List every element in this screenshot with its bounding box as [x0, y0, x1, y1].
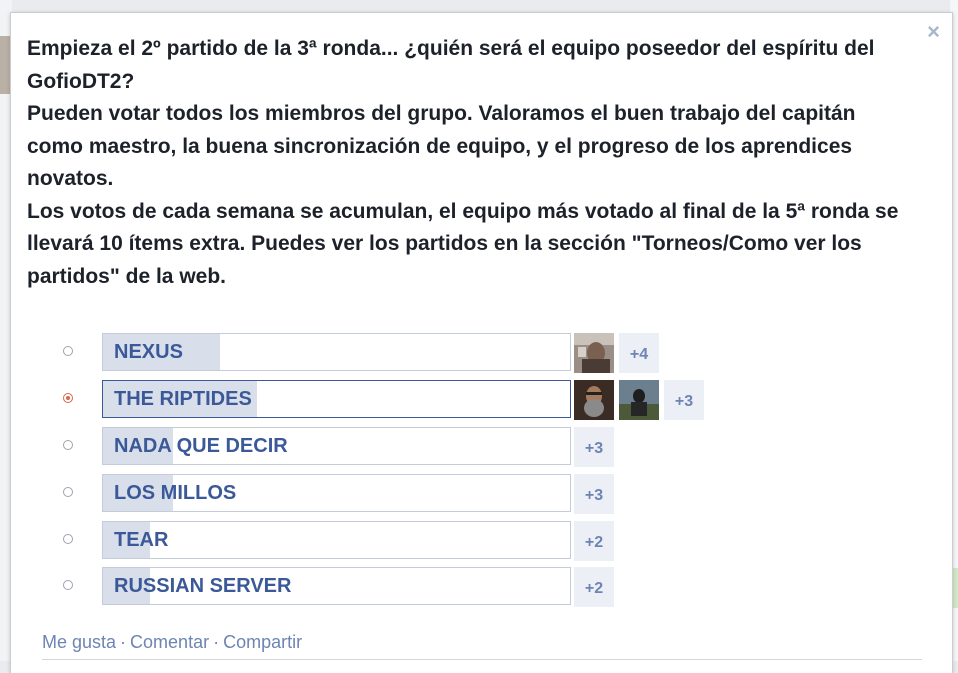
separator: ·: [120, 632, 127, 652]
more-voters-count[interactable]: +4: [619, 333, 659, 373]
option-radio[interactable]: [63, 487, 73, 497]
voter-avatar[interactable]: [619, 380, 659, 420]
more-voters-count[interactable]: +3: [574, 427, 614, 467]
more-voters-count[interactable]: +2: [574, 567, 614, 607]
voter-avatars: +2: [574, 521, 614, 561]
voter-avatars: +3: [574, 427, 614, 467]
voter-avatars: +3: [574, 380, 704, 420]
voter-avatars: +4: [574, 333, 659, 373]
option-bar[interactable]: LOS MILLOS: [102, 474, 571, 512]
poll-option-tear: TEAR +2: [11, 521, 952, 561]
more-voters-count[interactable]: +2: [574, 521, 614, 561]
more-voters-count[interactable]: +3: [574, 474, 614, 514]
comment-link[interactable]: Comentar: [130, 632, 209, 652]
close-icon[interactable]: ×: [927, 21, 940, 43]
option-bar[interactable]: NEXUS: [102, 333, 571, 371]
poll-option-nada-que-decir: NADA QUE DECIR +3: [11, 427, 952, 467]
share-link[interactable]: Compartir: [223, 632, 302, 652]
poll-option-russian-server: RUSSIAN SERVER +2: [11, 567, 952, 607]
option-bar[interactable]: THE RIPTIDES: [102, 380, 571, 418]
more-voters-count[interactable]: +3: [664, 380, 704, 420]
voter-avatars: +3: [574, 474, 614, 514]
option-bar[interactable]: TEAR: [102, 521, 571, 559]
option-radio[interactable]: [63, 580, 73, 590]
option-radio-selected[interactable]: [63, 393, 73, 403]
voter-avatar[interactable]: [574, 333, 614, 373]
option-label: LOS MILLOS: [114, 482, 237, 504]
divider: [42, 659, 922, 660]
option-bar[interactable]: NADA QUE DECIR: [102, 427, 571, 465]
option-radio[interactable]: [63, 534, 73, 544]
option-label: NEXUS: [114, 341, 183, 363]
separator: ·: [213, 632, 220, 652]
poll-option-los-millos: LOS MILLOS +3: [11, 474, 952, 514]
poll-question: Empieza el 2º partido de la 3ª ronda... …: [27, 37, 899, 288]
poll-option-the-riptides: THE RIPTIDES +3: [11, 380, 952, 420]
post-actions: Me gusta · Comentar · Compartir: [42, 632, 302, 653]
option-label: RUSSIAN SERVER: [114, 575, 292, 597]
option-radio[interactable]: [63, 440, 73, 450]
option-bar[interactable]: RUSSIAN SERVER: [102, 567, 571, 605]
option-label: TEAR: [114, 529, 169, 551]
like-link[interactable]: Me gusta: [42, 632, 116, 652]
poll-dialog: × Empieza el 2º partido de la 3ª ronda..…: [10, 12, 953, 673]
poll-option-nexus: NEXUS +4: [11, 333, 952, 373]
option-label: NADA QUE DECIR: [114, 435, 288, 457]
voter-avatars: +2: [574, 567, 614, 607]
voter-avatar[interactable]: [574, 380, 614, 420]
option-label: THE RIPTIDES: [114, 388, 252, 410]
option-radio[interactable]: [63, 346, 73, 356]
